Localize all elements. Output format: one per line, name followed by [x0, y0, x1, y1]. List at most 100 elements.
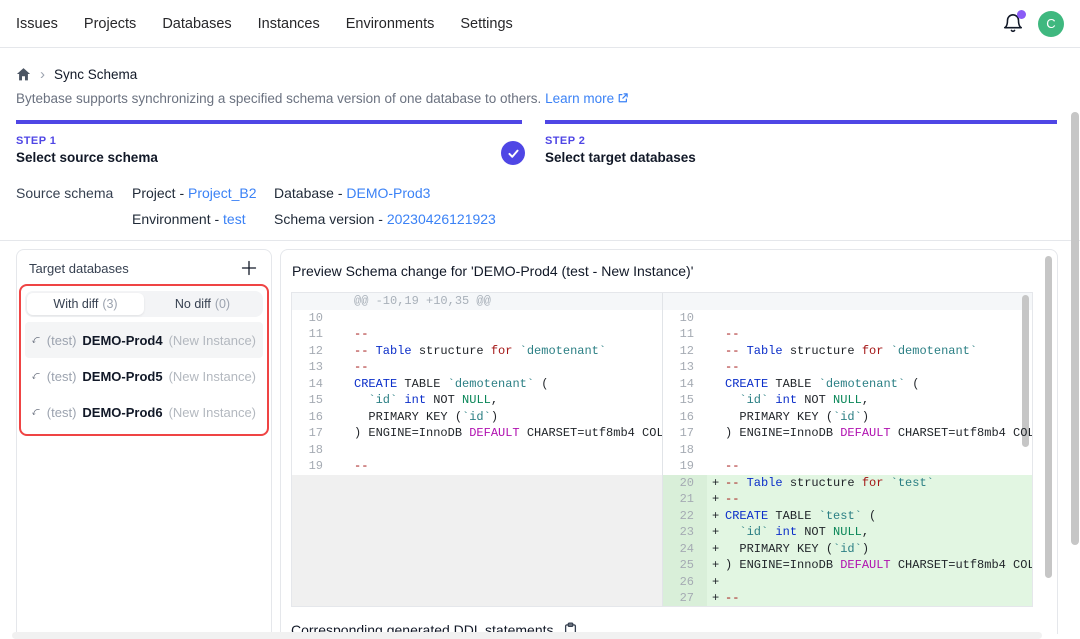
diff-filler-row	[292, 508, 662, 525]
diff-code-row: 12-- Table structure for `demotenant`	[663, 343, 1032, 360]
diff-hunk-header	[663, 293, 1032, 310]
step-2-label: STEP 2	[545, 135, 1057, 147]
intro-description: Bytebase supports synchronizing a specif…	[16, 91, 541, 106]
learn-more-label: Learn more	[545, 91, 614, 106]
diff-code-row: 22+CREATE TABLE `test` (	[663, 508, 1032, 525]
step-1-title: Select source schema	[16, 150, 522, 165]
preview-panel-scrollbar[interactable]	[1045, 256, 1052, 578]
target-database-item[interactable]: (test) DEMO-Prod6 (New Instance)	[25, 394, 263, 430]
db-name: DEMO-Prod6	[82, 405, 162, 420]
source-schema-label: Source schema	[16, 185, 132, 201]
diff-code-row: 24+ PRIMARY KEY (`id`)	[663, 541, 1032, 558]
database-engine-icon	[32, 368, 41, 384]
diff-filler-row	[292, 491, 662, 508]
schema-version-link[interactable]: 20230426121923	[387, 211, 496, 227]
diff-filler-row	[292, 524, 662, 541]
db-environment: (test)	[47, 333, 77, 348]
diff-pane-modified: 1011--12-- Table structure for `demotena…	[662, 293, 1032, 606]
breadcrumb: › Sync Schema	[16, 65, 1064, 83]
db-environment: (test)	[47, 405, 77, 420]
target-selection-highlight: With diff (3) No diff (0) (test) DEMO-Pro…	[19, 284, 269, 436]
notification-dot	[1017, 10, 1026, 19]
target-database-item[interactable]: (test)DEMO-Prod5(New Instance)	[25, 358, 263, 394]
learn-more-link[interactable]: Learn more	[545, 91, 629, 106]
diff-code-row: 11--	[292, 326, 662, 343]
nav-item-issues[interactable]: Issues	[16, 16, 58, 32]
tab-no-diff[interactable]: No diff (0)	[144, 293, 261, 315]
diff-code-row: 11--	[663, 326, 1032, 343]
target-databases-title: Target databases	[29, 261, 129, 276]
tab-with-diff-count: (3)	[102, 297, 117, 311]
diff-code-row: 19--	[292, 458, 662, 475]
target-databases-panel: Target databases With diff (3) No diff (…	[16, 249, 272, 634]
page-scrollbar[interactable]	[1071, 112, 1079, 545]
diff-hunk-header: @@ -10,19 +10,35 @@	[292, 293, 662, 310]
tab-with-diff-label: With diff	[53, 297, 98, 311]
diff-filler-row	[292, 574, 662, 591]
diff-code-row: 14CREATE TABLE `demotenant` (	[292, 376, 662, 393]
plus-icon	[241, 260, 257, 276]
diff-code-row: 19--	[663, 458, 1032, 475]
nav-item-instances[interactable]: Instances	[258, 16, 320, 32]
nav-item-databases[interactable]: Databases	[162, 16, 231, 32]
preview-title: Preview Schema change for 'DEMO-Prod4 (t…	[292, 263, 1033, 279]
diff-filler-row	[292, 590, 662, 606]
diff-code-row: 15 `id` int NOT NULL,	[292, 392, 662, 409]
avatar[interactable]: C	[1038, 11, 1064, 37]
diff-code-row: 10	[292, 310, 662, 327]
db-name: DEMO-Prod5	[82, 369, 162, 384]
step-1: STEP 1 Select source schema	[16, 120, 522, 165]
db-instance-suffix: (New Instance)	[169, 333, 256, 348]
diff-code-row: 27+--	[663, 590, 1032, 606]
nav-item-settings[interactable]: Settings	[460, 16, 512, 32]
target-database-item[interactable]: (test) DEMO-Prod4 (New Instance)	[25, 322, 263, 358]
database-link[interactable]: DEMO-Prod3	[346, 185, 430, 201]
schema-diff-editor: @@ -10,19 +10,35 @@1011--12-- Table stru…	[291, 292, 1033, 607]
diff-code-row: 25+) ENGINE=InnoDB DEFAULT CHARSET=utf8m…	[663, 557, 1032, 574]
db-name: DEMO-Prod4	[82, 333, 162, 348]
diff-code-row: 13--	[663, 359, 1032, 376]
notification-bell-button[interactable]	[1002, 13, 1024, 35]
add-target-database-button[interactable]	[239, 258, 259, 278]
source-environment-field: Environment - test	[132, 211, 274, 227]
horizontal-scrollbar[interactable]	[12, 632, 1042, 639]
breadcrumb-page-title: Sync Schema	[54, 67, 137, 82]
check-icon	[507, 147, 520, 160]
diff-code-row: 16 PRIMARY KEY (`id`)	[292, 409, 662, 426]
step-1-complete-check	[501, 141, 525, 165]
db-instance-suffix: (New Instance)	[169, 405, 256, 420]
step-1-label: STEP 1	[16, 135, 522, 147]
target-database-list: (test) DEMO-Prod4 (New Instance) (test) DEMO…	[25, 322, 263, 430]
database-engine-icon	[32, 332, 41, 348]
diff-code-row: 15 `id` int NOT NULL,	[663, 392, 1032, 409]
source-schema-summary: Source schema Project - Project_B2 Datab…	[16, 185, 1064, 227]
tab-with-diff[interactable]: With diff (3)	[27, 293, 144, 315]
step-2-title: Select target databases	[545, 150, 1057, 165]
diff-code-row: 21+--	[663, 491, 1032, 508]
diff-code-row: 13--	[292, 359, 662, 376]
breadcrumb-chevron-icon: ›	[40, 67, 45, 82]
nav-item-projects[interactable]: Projects	[84, 16, 136, 32]
diff-code-row: 12-- Table structure for `demotenant`	[292, 343, 662, 360]
nav-menu: Issues Projects Databases Instances Envi…	[16, 16, 513, 32]
diff-code-row: 20+-- Table structure for `test`	[663, 475, 1032, 492]
schema-version-field-label: Schema version -	[274, 211, 387, 227]
diff-code-row: 14CREATE TABLE `demotenant` (	[663, 376, 1032, 393]
diff-code-row: 17) ENGINE=InnoDB DEFAULT CHARSET=utf8mb…	[663, 425, 1032, 442]
environment-link[interactable]: test	[223, 211, 246, 227]
diff-code-row: 16 PRIMARY KEY (`id`)	[663, 409, 1032, 426]
environment-field-label: Environment -	[132, 211, 223, 227]
home-icon[interactable]	[16, 67, 31, 82]
diff-code-row: 17) ENGINE=InnoDB DEFAULT CHARSET=utf8mb…	[292, 425, 662, 442]
nav-item-environments[interactable]: Environments	[346, 16, 435, 32]
source-project-field: Project - Project_B2	[132, 185, 274, 201]
diff-code-row: 18	[663, 442, 1032, 459]
project-link[interactable]: Project_B2	[188, 185, 256, 201]
diff-code-row: 26+	[663, 574, 1032, 591]
external-link-icon	[617, 92, 629, 104]
project-field-label: Project -	[132, 185, 188, 201]
diff-code-row: 18	[292, 442, 662, 459]
db-environment: (test)	[47, 369, 77, 384]
diff-filler-row	[292, 557, 662, 574]
diff-pane-original: @@ -10,19 +10,35 @@1011--12-- Table stru…	[292, 293, 662, 606]
